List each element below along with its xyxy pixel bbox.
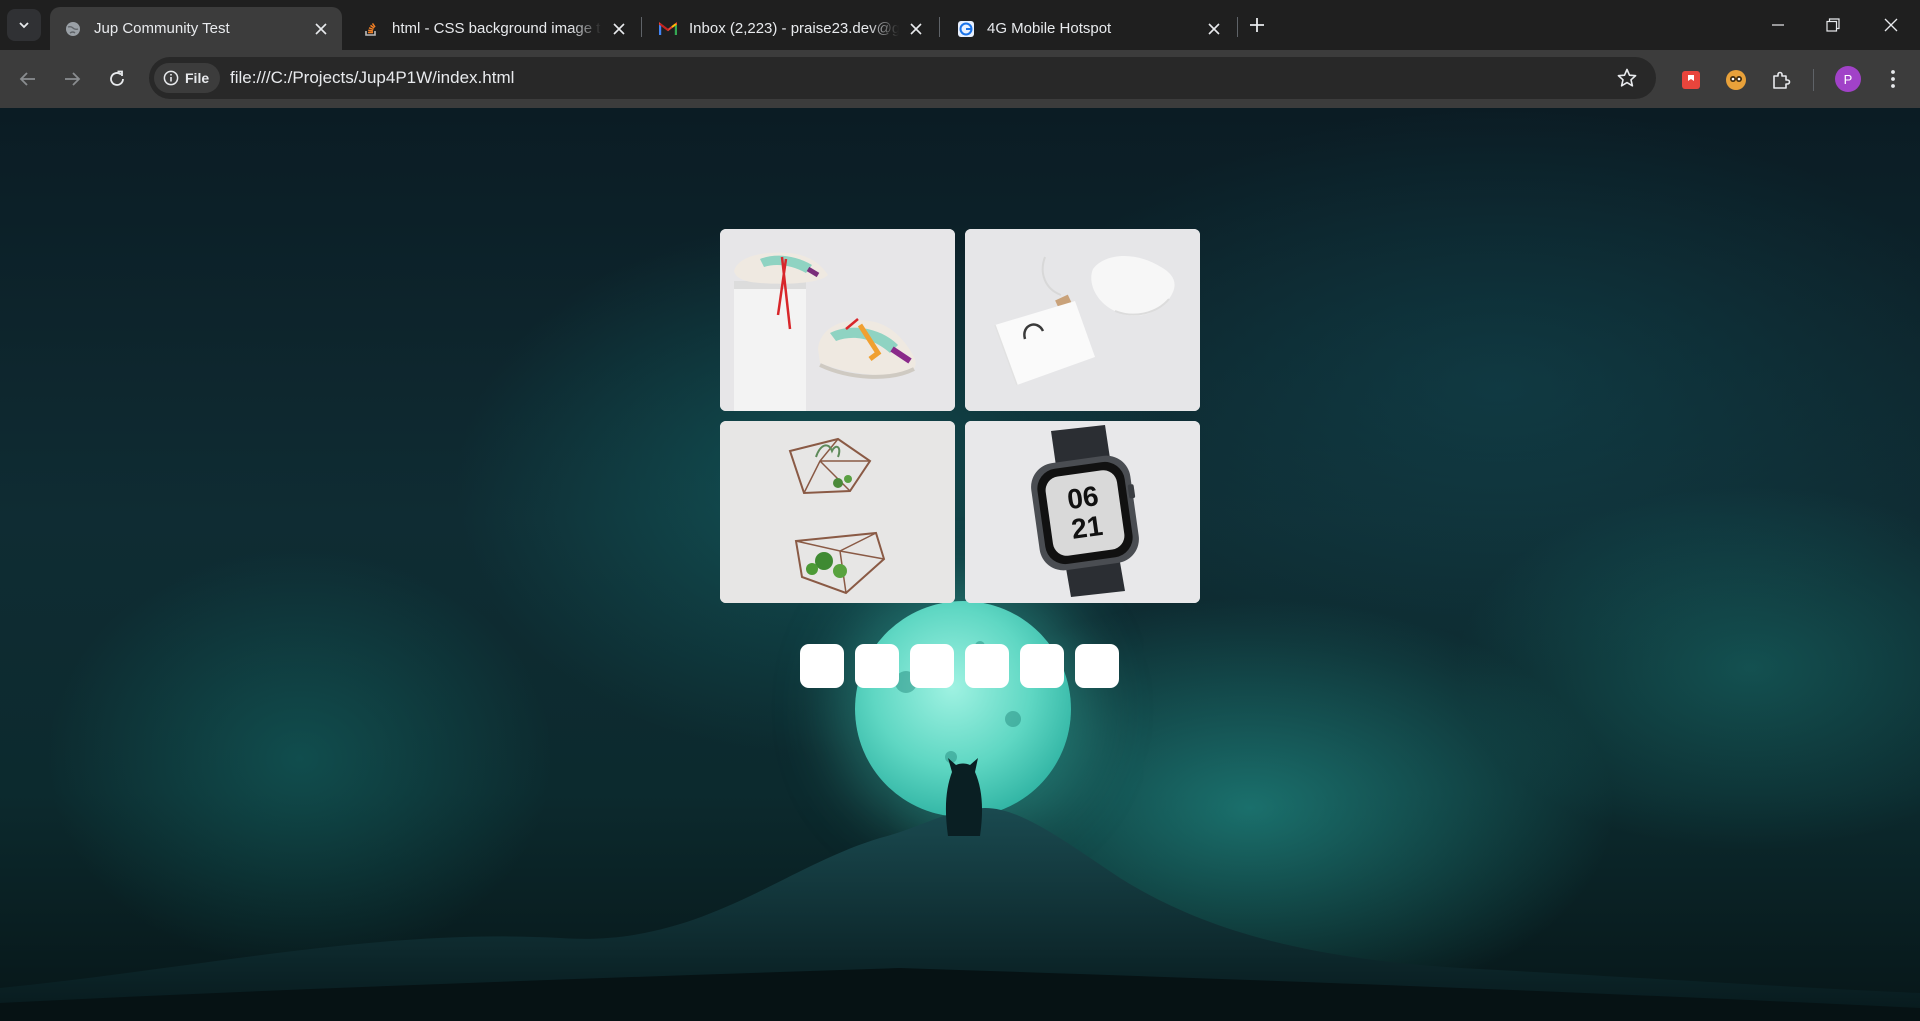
- address-bar[interactable]: File file:///C:/Projects/Jup4P1W/index.h…: [149, 57, 1656, 99]
- gmail-icon: [659, 20, 677, 38]
- carousel-button-4[interactable]: [965, 644, 1009, 688]
- tab-title: 4G Mobile Hotspot: [987, 20, 1112, 37]
- profile-avatar[interactable]: P: [1835, 66, 1861, 92]
- close-window-button[interactable]: [1871, 8, 1911, 42]
- tab-gmail[interactable]: Inbox (2,223) - praise23.dev@g: [645, 7, 937, 50]
- extensions-button[interactable]: [1769, 68, 1793, 92]
- tab-stackoverflow[interactable]: html - CSS background image t: [348, 7, 640, 50]
- close-tab-icon[interactable]: [608, 18, 630, 40]
- tab-title: html - CSS background image t: [392, 20, 601, 37]
- back-arrow-icon: [19, 72, 35, 86]
- plant-icon: [720, 421, 955, 603]
- carousel-button-5[interactable]: [1020, 644, 1064, 688]
- grid-card-sneakers[interactable]: [720, 229, 955, 411]
- restore-button[interactable]: [1813, 8, 1853, 42]
- forward-arrow-icon: [65, 72, 81, 86]
- puzzle-icon: [1773, 71, 1791, 89]
- watch-face-minute: 21: [1069, 510, 1104, 545]
- bag-icon: [965, 229, 1200, 411]
- url-text[interactable]: file:///C:/Projects/Jup4P1W/index.html: [230, 68, 514, 88]
- tab-title: Inbox (2,223) - praise23.dev@g: [689, 20, 899, 37]
- shoe-icon: [720, 229, 955, 411]
- watch-icon: 06 21: [965, 421, 1200, 603]
- tab-jup-community[interactable]: Jup Community Test: [50, 7, 342, 50]
- site-info-label: File: [185, 70, 210, 86]
- close-tab-icon[interactable]: [1203, 18, 1225, 40]
- restore-icon: [1826, 18, 1840, 32]
- browser-menu-button[interactable]: [1881, 67, 1905, 91]
- carousel-button-3[interactable]: [910, 644, 954, 688]
- bookmark-star-icon[interactable]: [1616, 67, 1638, 89]
- minimize-icon: [1772, 24, 1784, 26]
- extension-orange-button[interactable]: [1724, 68, 1748, 92]
- tab-hotspot[interactable]: 4G Mobile Hotspot: [943, 7, 1235, 50]
- readwise-extension-icon: [1682, 71, 1700, 89]
- site-info-chip[interactable]: File: [154, 63, 220, 93]
- tab-search-button[interactable]: [7, 9, 41, 41]
- honey-extension-icon: [1726, 70, 1746, 90]
- product-grid: 06 21: [720, 229, 1200, 613]
- kebab-menu-icon: [1891, 70, 1895, 88]
- reload-button[interactable]: [101, 63, 133, 95]
- minimize-button[interactable]: [1758, 8, 1798, 42]
- browser-toolbar: File file:///C:/Projects/Jup4P1W/index.h…: [0, 50, 1920, 108]
- tab-separator: [641, 17, 642, 37]
- tab-strip: Jup Community Test html - CSS background…: [0, 0, 1920, 50]
- close-icon: [1884, 18, 1898, 32]
- close-tab-icon[interactable]: [905, 18, 927, 40]
- tab-separator: [939, 17, 940, 37]
- extension-red-button[interactable]: [1679, 68, 1703, 92]
- tab-separator: [1237, 17, 1238, 37]
- close-tab-icon[interactable]: [310, 18, 332, 40]
- info-icon: [163, 70, 179, 86]
- plus-icon: [1250, 18, 1264, 32]
- page-viewport: 06 21: [0, 108, 1920, 1021]
- grid-card-terrarium[interactable]: [720, 421, 955, 603]
- grid-card-bag[interactable]: [965, 229, 1200, 411]
- carousel-button-6[interactable]: [1075, 644, 1119, 688]
- grid-card-watch[interactable]: 06 21: [965, 421, 1200, 603]
- carousel-button-2[interactable]: [855, 644, 899, 688]
- back-button[interactable]: [12, 63, 44, 95]
- toolbar-separator: [1813, 69, 1814, 91]
- reload-icon: [110, 70, 124, 86]
- tab-title: Jup Community Test: [94, 20, 230, 37]
- new-tab-button[interactable]: [1244, 12, 1270, 38]
- stackoverflow-icon: [362, 20, 380, 38]
- forward-button[interactable]: [56, 63, 88, 95]
- globe-icon: [64, 20, 82, 38]
- chevron-down-icon: [19, 22, 29, 29]
- hotspot-icon: [957, 20, 975, 38]
- carousel-button-1[interactable]: [800, 644, 844, 688]
